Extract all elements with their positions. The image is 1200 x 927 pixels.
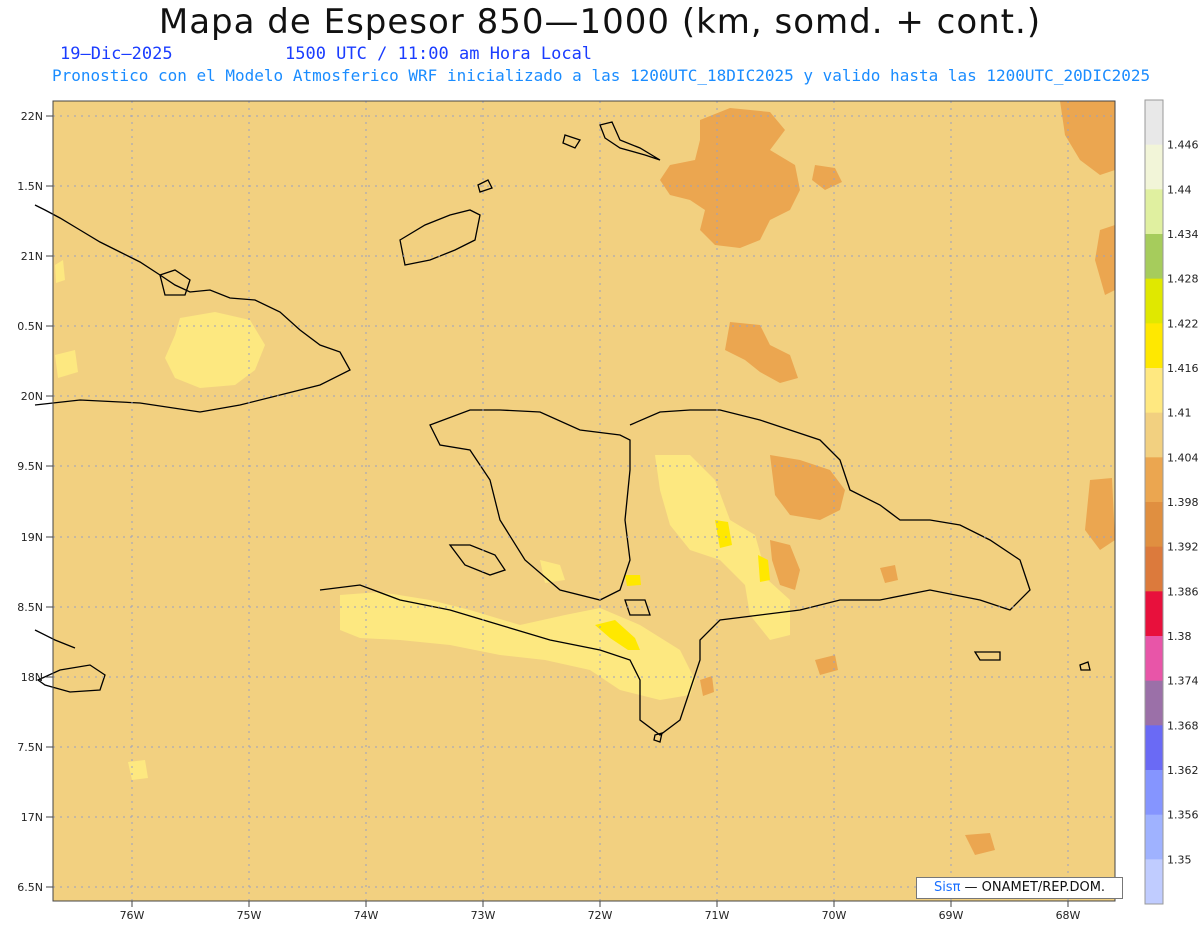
- lon-labels: 76W 75W 74W 73W 72W 71W 70W 69W 68W: [120, 909, 1081, 922]
- lat-label: 20N: [21, 390, 43, 403]
- colorbar-label: 1.35: [1167, 853, 1192, 866]
- colorbar-label: 1.446: [1167, 139, 1199, 152]
- colorbar-swatch: [1145, 725, 1163, 771]
- lat-label: 19N: [21, 531, 43, 544]
- lat-label: 0.5N: [17, 320, 43, 333]
- colorbar-label: 1.434: [1167, 228, 1199, 241]
- colorbar-label: 1.41: [1167, 407, 1192, 420]
- brand-logo-text: Sisπ: [933, 880, 961, 895]
- lon-label: 68W: [1056, 909, 1081, 922]
- colorbar-label: 1.38: [1167, 630, 1192, 643]
- colorbar-swatch: [1145, 457, 1163, 503]
- map-area: [53, 101, 1115, 901]
- colorbar-swatch: [1145, 636, 1163, 682]
- lon-axis: [131, 901, 1069, 907]
- lat-label: 9.5N: [17, 460, 43, 473]
- colorbar-swatch: [1145, 680, 1163, 726]
- colorbar-swatch: [1145, 859, 1163, 905]
- colorbar: 1.446 1.44 1.434 1.428 1.422 1.416 1.41 1.404 1.…: [1144, 99, 1199, 905]
- lon-label: 73W: [471, 909, 496, 922]
- colorbar-swatch: [1145, 278, 1163, 324]
- colorbar-label: 1.422: [1167, 317, 1199, 330]
- colorbar-swatch: [1145, 546, 1163, 592]
- lon-label: 71W: [705, 909, 730, 922]
- thickness-map: 22N 1.5N 21N 0.5N 20N 9.5N 19N 8.5N 18N …: [17, 99, 1199, 922]
- lat-label: 21N: [21, 250, 43, 263]
- lat-label: 7.5N: [17, 741, 43, 754]
- colorbar-swatch: [1145, 412, 1163, 458]
- colorbar-swatch: [1145, 144, 1163, 190]
- colorbar-label: 1.44: [1167, 183, 1192, 196]
- colorbar-swatch: [1145, 591, 1163, 637]
- colorbar-swatch: [1145, 323, 1163, 369]
- colorbar-label: 1.362: [1167, 764, 1199, 777]
- colorbar-label: 1.398: [1167, 496, 1199, 509]
- lat-label: 8.5N: [17, 601, 43, 614]
- credit-box: Sisπ — ONAMET/REP.DOM.: [916, 877, 1123, 899]
- credit-text: — ONAMET/REP.DOM.: [960, 880, 1106, 895]
- colorbar-swatch: [1145, 368, 1163, 414]
- lat-label: 6.5N: [17, 881, 43, 894]
- colorbar-label: 1.416: [1167, 362, 1199, 375]
- colorbar-label: 1.404: [1167, 451, 1199, 464]
- colorbar-label: 1.368: [1167, 719, 1199, 732]
- colorbar-swatch: [1145, 770, 1163, 816]
- lat-label: 1.5N: [17, 180, 43, 193]
- lat-labels: 22N 1.5N 21N 0.5N 20N 9.5N 19N 8.5N 18N …: [17, 110, 43, 894]
- lon-label: 75W: [237, 909, 262, 922]
- lon-label: 74W: [354, 909, 379, 922]
- colorbar-label: 1.374: [1167, 675, 1199, 688]
- lon-label: 70W: [822, 909, 847, 922]
- lon-label: 72W: [588, 909, 613, 922]
- colorbar-label: 1.386: [1167, 585, 1199, 598]
- colorbar-label: 1.392: [1167, 541, 1199, 554]
- colorbar-swatch: [1145, 234, 1163, 280]
- colorbar-label: 1.428: [1167, 273, 1199, 286]
- colorbar-label: 1.356: [1167, 809, 1199, 822]
- lon-label: 76W: [120, 909, 145, 922]
- colorbar-swatch: [1145, 100, 1163, 146]
- lon-label: 69W: [939, 909, 964, 922]
- lat-label: 17N: [21, 811, 43, 824]
- colorbar-swatch: [1145, 814, 1163, 860]
- lat-label: 22N: [21, 110, 43, 123]
- colorbar-swatch: [1145, 502, 1163, 548]
- lat-axis: [46, 115, 53, 888]
- colorbar-swatch: [1145, 189, 1163, 235]
- lat-label: 18N: [21, 671, 43, 684]
